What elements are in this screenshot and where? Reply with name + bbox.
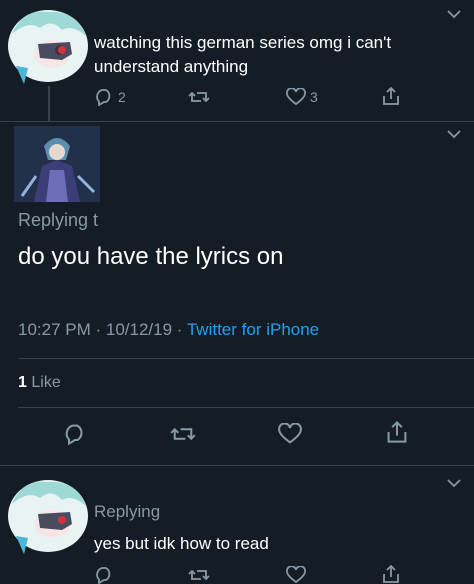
retweet-icon [188,566,210,584]
share-button[interactable] [382,564,400,584]
divider [18,407,474,408]
reply-count: 2 [118,89,126,105]
tweet-text: watching this german series omg i can't … [94,33,392,76]
share-button[interactable] [386,420,408,444]
retweet-button[interactable] [188,88,210,106]
divider [0,121,474,122]
likes-label: Like [31,374,61,391]
retweet-button[interactable] [188,566,210,584]
share-button[interactable] [382,86,400,106]
likes-summary[interactable]: 1 Like [18,374,61,392]
like-icon [286,566,306,584]
like-button[interactable] [278,423,302,445]
like-button[interactable] [286,566,306,584]
reply-icon [63,423,87,445]
share-icon [386,420,408,444]
tweet-text: yes but idk how to read [94,534,269,553]
likes-count: 1 [18,374,27,391]
reply-button[interactable] [94,566,114,584]
reply-icon [94,88,114,106]
user-avatar[interactable] [14,126,100,202]
replying-to-label: Replying t [18,210,99,230]
reply-button[interactable] [63,423,87,445]
user-avatar[interactable] [2,4,88,84]
timestamp-text: 10:27 PM · 10/12/19 · [18,320,187,339]
chevron-down-icon[interactable] [447,129,461,139]
share-icon [382,564,400,584]
retweet-button[interactable] [170,423,196,445]
divider [0,465,474,466]
timestamp: 10:27 PM · 10/12/19 · Twitter for iPhone [18,320,319,340]
retweet-icon [170,423,196,445]
reply-icon [94,566,114,584]
like-icon [286,88,306,106]
source-link[interactable]: Twitter for iPhone [187,320,319,339]
reply-button[interactable]: 2 [94,88,126,106]
replying-to-label: Replying [94,502,161,521]
like-icon [278,423,302,445]
tweet-text: do you have the lyrics on [18,243,284,270]
like-button[interactable]: 3 [286,88,318,106]
thread-line [48,86,50,122]
retweet-icon [188,88,210,106]
chevron-down-icon[interactable] [447,9,461,19]
user-avatar[interactable] [2,474,88,554]
chevron-down-icon[interactable] [447,478,461,488]
like-count: 3 [310,89,318,105]
share-icon [382,86,400,106]
divider [18,358,474,359]
